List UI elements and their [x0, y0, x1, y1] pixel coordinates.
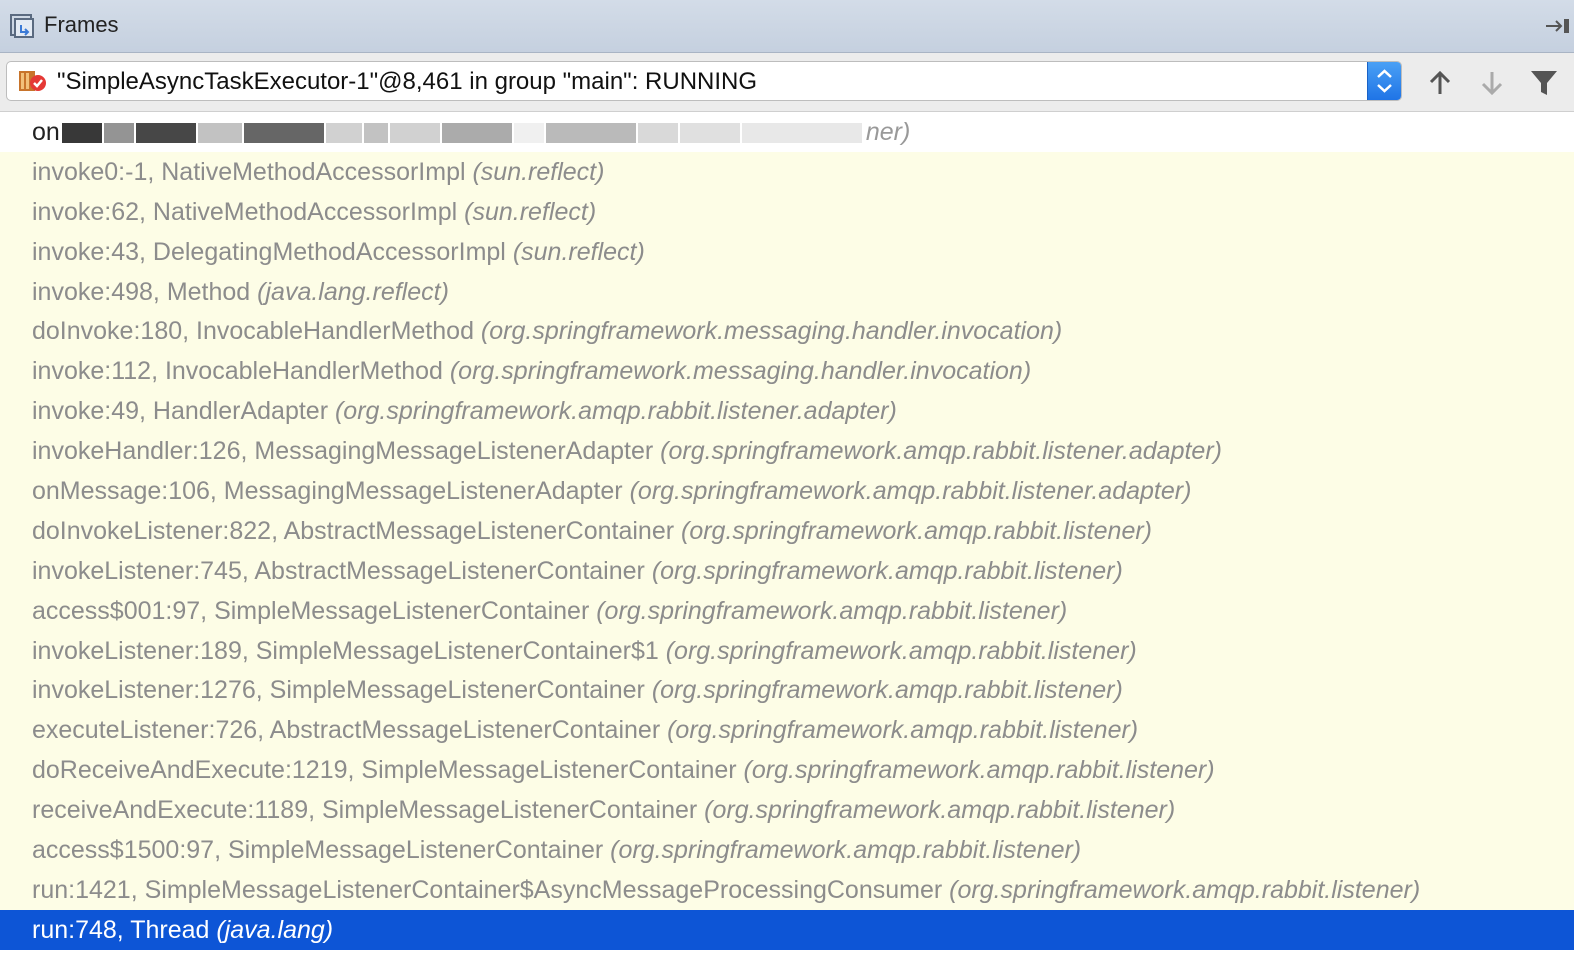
redacted-text [389, 123, 440, 144]
redacted-text [637, 123, 678, 144]
frame-row[interactable]: invokeListener:189, SimpleMessageListene… [0, 630, 1574, 671]
frame-row[interactable]: invokeListener:1276, SimpleMessageListen… [0, 670, 1574, 711]
thread-selector-value: "SimpleAsyncTaskExecutor-1"@8,461 in gro… [57, 68, 758, 95]
redacted-text [679, 123, 740, 144]
frame-package: (org.springframework.amqp.rabbit.listene… [334, 397, 897, 426]
frame-method: onMessage:106, MessagingMessageListenerA… [32, 477, 630, 506]
frame-package: (org.springframework.messaging.handler.i… [480, 317, 1063, 346]
frame-package: (sun.reflect) [472, 157, 605, 186]
redacted-text [325, 123, 362, 144]
frame-package: (org.springframework.amqp.rabbit.listene… [629, 477, 1192, 506]
frame-method: invoke:112, InvocableHandlerMethod [32, 357, 450, 386]
redacted-text [513, 123, 544, 144]
frame-package: (org.springframework.amqp.rabbit.listene… [610, 836, 1082, 865]
frame-method: invoke0:-1, NativeMethodAccessorImpl [32, 157, 473, 186]
panel-title-bar: Frames [0, 0, 1574, 53]
frame-package: (org.springframework.amqp.rabbit.listene… [651, 676, 1123, 705]
frame-row[interactable]: doInvokeListener:822, AbstractMessageLis… [0, 510, 1574, 551]
frame-method: doInvoke:180, InvocableHandlerMethod [32, 317, 481, 346]
frame-method: doReceiveAndExecute:1219, SimpleMessageL… [32, 756, 744, 785]
frame-row[interactable]: invoke:43, DelegatingMethodAccessorImpl … [0, 231, 1574, 272]
redacted-text [197, 123, 242, 144]
frame-row[interactable]: on ner) [0, 112, 1574, 152]
frame-method: invokeListener:1276, SimpleMessageListen… [32, 676, 652, 705]
redacted-text [243, 123, 324, 144]
redacted-text [103, 123, 134, 144]
frame-method: invokeListener:745, AbstractMessageListe… [32, 556, 652, 585]
redacted-text [363, 123, 388, 144]
frame-package: (java.lang.reflect) [257, 277, 449, 306]
redacted-text [135, 123, 196, 144]
frame-row[interactable]: doInvoke:180, InvocableHandlerMethod (or… [0, 311, 1574, 352]
thread-selector-dropdown[interactable] [1367, 62, 1401, 100]
arrow-up-icon[interactable] [1424, 67, 1456, 99]
thread-running-icon [19, 71, 46, 91]
frame-method: access$001:97, SimpleMessageListenerCont… [32, 596, 597, 625]
frame-package: (org.springframework.amqp.rabbit.listene… [651, 556, 1123, 585]
frame-package: (org.springframework.amqp.rabbit.listene… [660, 437, 1222, 466]
frame-package: (org.springframework.amqp.rabbit.listene… [949, 875, 1421, 904]
redacted-text [741, 123, 862, 144]
redacted-text [441, 123, 512, 144]
frames-icon [10, 14, 34, 38]
frame-package: ner) [865, 118, 911, 146]
frame-package: (sun.reflect) [512, 237, 645, 266]
frame-row[interactable]: invoke0:-1, NativeMethodAccessorImpl (su… [0, 151, 1574, 192]
frame-package: (org.springframework.amqp.rabbit.listene… [743, 756, 1215, 785]
frame-method: run:1421, SimpleMessageListenerContainer… [32, 875, 950, 904]
frame-method: invokeHandler:126, MessagingMessageListe… [32, 437, 661, 466]
frame-method: invoke:49, HandlerAdapter [32, 397, 335, 426]
frame-method: invokeListener:189, SimpleMessageListene… [32, 636, 666, 665]
frame-row[interactable]: executeListener:726, AbstractMessageList… [0, 710, 1574, 751]
arrow-down-icon[interactable] [1476, 67, 1508, 99]
frame-method: access$1500:97, SimpleMessageListenerCon… [32, 836, 611, 865]
panel-title: Frames [44, 12, 119, 37]
redacted-text [545, 123, 636, 144]
frame-method: invoke:62, NativeMethodAccessorImpl [32, 197, 465, 226]
frames-panel: Frames "SimpleAsyncTaskExecutor-1"@8,461… [0, 0, 1574, 974]
frame-method: invoke:498, Method [32, 277, 258, 306]
frame-row[interactable]: receiveAndExecute:1189, SimpleMessageLis… [0, 790, 1574, 831]
frame-method: executeListener:726, AbstractMessageList… [32, 716, 668, 745]
frame-row[interactable]: invoke:62, NativeMethodAccessorImpl (sun… [0, 191, 1574, 232]
frame-row[interactable]: access$001:97, SimpleMessageListenerCont… [0, 590, 1574, 631]
frame-method: receiveAndExecute:1189, SimpleMessageLis… [32, 796, 705, 825]
frames-list[interactable]: on ner) invoke0:-1, NativeMethodAccessorIm… [0, 112, 1574, 974]
frame-package: (java.lang) [216, 915, 334, 944]
frame-package: (org.springframework.amqp.rabbit.listene… [596, 596, 1068, 625]
frame-method: run:748, Thread [32, 915, 217, 944]
frame-method: on [32, 118, 60, 146]
chevron-up-down-icon [1377, 69, 1392, 93]
thread-selector[interactable]: "SimpleAsyncTaskExecutor-1"@8,461 in gro… [6, 61, 1402, 101]
filter-icon[interactable] [1528, 67, 1560, 99]
frame-package: (org.springframework.amqp.rabbit.listene… [667, 716, 1139, 745]
thread-toolbar: "SimpleAsyncTaskExecutor-1"@8,461 in gro… [0, 53, 1574, 112]
frame-package: (org.springframework.amqp.rabbit.listene… [704, 796, 1176, 825]
frame-row[interactable]: access$1500:97, SimpleMessageListenerCon… [0, 830, 1574, 870]
frame-row[interactable]: invokeHandler:126, MessagingMessageListe… [0, 431, 1574, 472]
frame-row[interactable]: run:1421, SimpleMessageListenerContainer… [0, 869, 1574, 910]
frame-row[interactable]: onMessage:106, MessagingMessageListenerA… [0, 471, 1574, 511]
frame-method: invoke:43, DelegatingMethodAccessorImpl [32, 237, 513, 266]
redacted-text [61, 123, 102, 144]
frame-row[interactable]: invoke:49, HandlerAdapter (org.springfra… [0, 391, 1574, 432]
frame-package: (org.springframework.messaging.handler.i… [449, 357, 1032, 386]
frame-package: (org.springframework.amqp.rabbit.listene… [681, 516, 1153, 545]
frame-row[interactable]: invoke:112, InvocableHandlerMethod (org.… [0, 351, 1574, 392]
pin-icon[interactable] [1544, 16, 1570, 36]
frame-row[interactable]: invoke:498, Method (java.lang.reflect) [0, 271, 1574, 312]
frame-method: doInvokeListener:822, AbstractMessageLis… [32, 516, 681, 545]
frame-package: (org.springframework.amqp.rabbit.listene… [665, 636, 1137, 665]
frame-row-selected[interactable]: run:748, Thread (java.lang) [0, 909, 1574, 950]
frame-row[interactable]: doReceiveAndExecute:1219, SimpleMessageL… [0, 750, 1574, 791]
frame-package: (sun.reflect) [464, 197, 597, 226]
frame-row[interactable]: invokeListener:745, AbstractMessageListe… [0, 550, 1574, 591]
